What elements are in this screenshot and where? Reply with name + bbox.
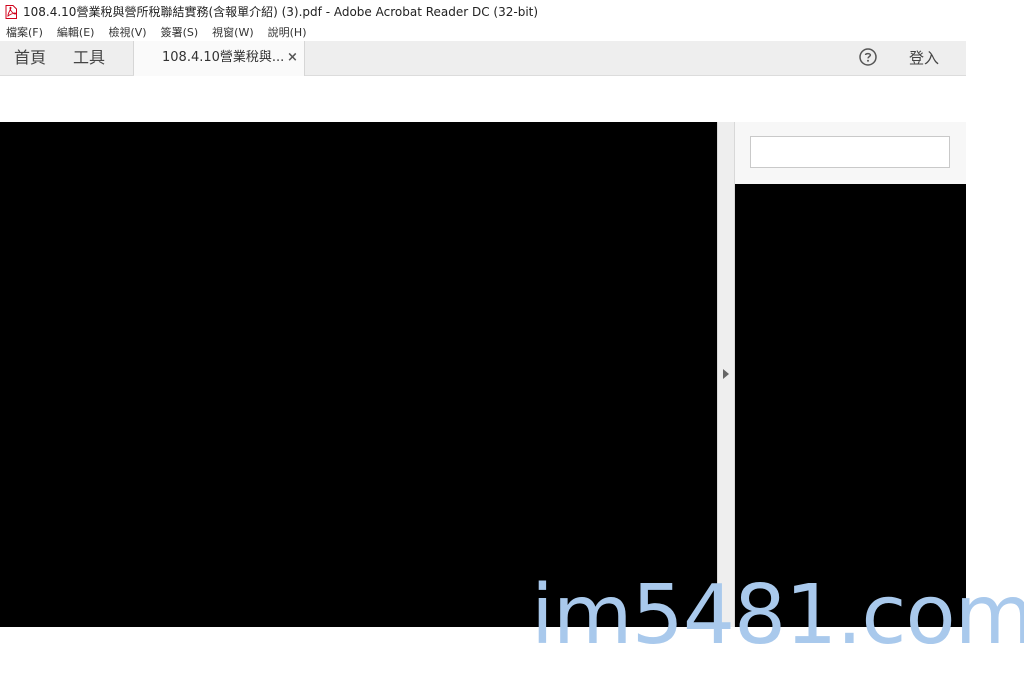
menu-help[interactable]: 說明(H) bbox=[268, 24, 307, 40]
nav-tools[interactable]: 工具 bbox=[73, 41, 105, 75]
window-title: 108.4.10營業稅與營所稅聯結實務(含報單介紹) (3).pdf - Ado… bbox=[23, 4, 539, 19]
nav-bar: 首頁 工具 108.4.10營業稅與... × 登入 bbox=[0, 41, 966, 76]
panel-splitter[interactable] bbox=[717, 122, 735, 627]
menu-bar: 檔案(F) 編輯(E) 檢視(V) 簽署(S) 視窗(W) 說明(H) bbox=[0, 22, 1024, 41]
menu-window[interactable]: 視窗(W) bbox=[212, 24, 253, 40]
chevron-right-icon[interactable] bbox=[723, 369, 729, 379]
help-circle-icon[interactable] bbox=[859, 48, 877, 66]
title-bar: 108.4.10營業稅與營所稅聯結實務(含報單介紹) (3).pdf - Ado… bbox=[0, 0, 1024, 22]
side-panel-header bbox=[735, 122, 966, 184]
menu-edit[interactable]: 編輯(E) bbox=[57, 24, 95, 40]
search-input[interactable] bbox=[750, 136, 950, 168]
document-view[interactable] bbox=[0, 122, 717, 627]
tab-document-label: 108.4.10營業稅與... bbox=[162, 50, 285, 65]
side-panel-body bbox=[735, 184, 966, 627]
signin-button[interactable]: 登入 bbox=[909, 41, 939, 75]
watermark: im5481.com bbox=[531, 568, 1024, 663]
close-icon[interactable]: × bbox=[287, 41, 298, 75]
nav-home[interactable]: 首頁 bbox=[14, 41, 46, 75]
menu-sign[interactable]: 簽署(S) bbox=[161, 24, 199, 40]
pdf-icon bbox=[5, 4, 17, 19]
tab-document[interactable]: 108.4.10營業稅與... × bbox=[134, 41, 305, 76]
menu-file[interactable]: 檔案(F) bbox=[6, 24, 43, 40]
menu-view[interactable]: 檢視(V) bbox=[108, 24, 146, 40]
